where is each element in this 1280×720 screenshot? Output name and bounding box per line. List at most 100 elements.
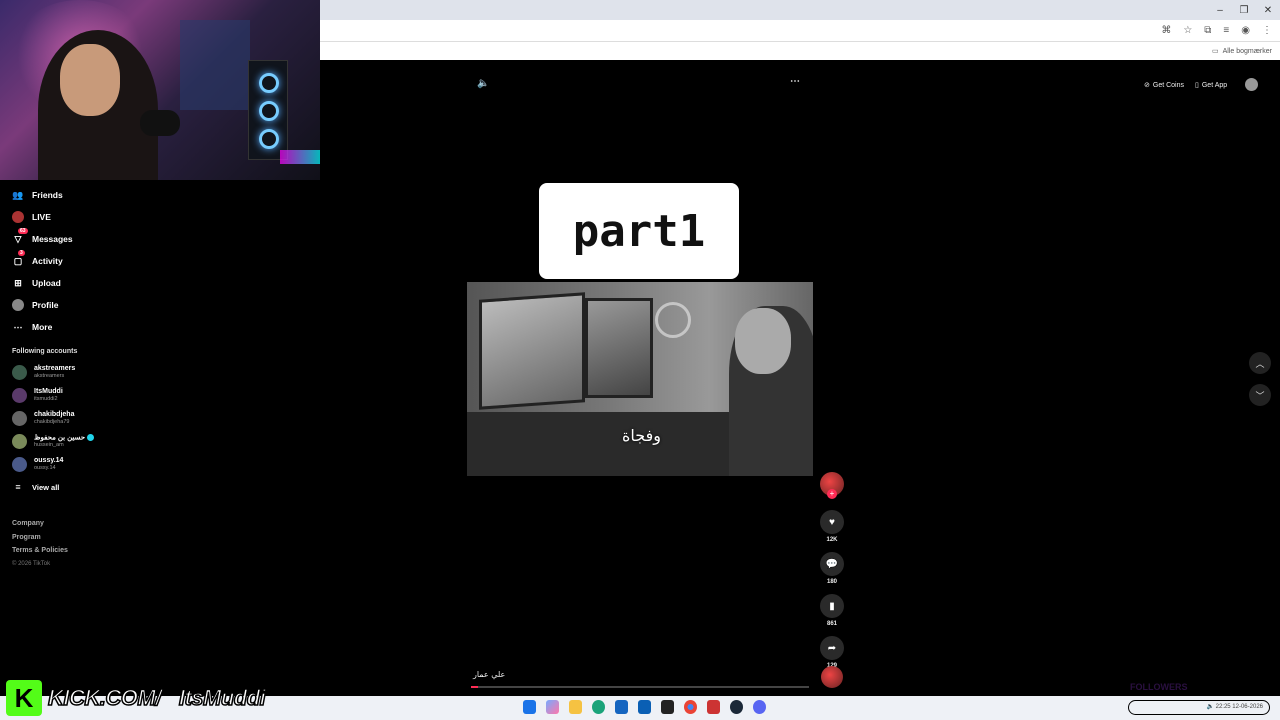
music-disc[interactable] [821,666,843,688]
account-handle: oussy.14 [34,465,56,471]
nav-activity[interactable]: ▢ 3 Activity [0,250,120,272]
following-account[interactable]: akstreamers akstreamers [0,361,120,384]
profile-icon [12,299,24,311]
bookmarks-bar: ▭ Alle bogmærker [320,42,1280,60]
avatar [12,434,27,449]
file-explorer-icon[interactable] [569,700,582,714]
creator-avatar[interactable]: + [820,472,844,499]
sidebar: 👥 Friends LIVE ▽ 63 Messages ▢ 3 Activity ⊞ Up… [0,180,120,680]
minimize-icon[interactable]: – [1208,5,1232,16]
kick-overlay: K KICK.COM/ ItsMuddi [6,680,267,716]
footer-links: Company Program Terms & Policies © 2026 … [0,498,120,574]
browser-chrome: – ❐ ✕ ⌘ ☆ ⧉ ≡ ◉ ⋮ ▭ Alle bogmærker [320,0,1280,60]
volume-tray-icon: 🔈 [1206,704,1214,710]
more-options-icon[interactable]: ⋯ [790,76,800,87]
video-progress[interactable] [471,686,809,688]
more-icon: ⋯ [13,321,23,332]
chrome-icon[interactable] [684,700,697,714]
copilot-icon[interactable] [546,700,559,714]
discord-icon[interactable] [753,700,766,714]
footer-company[interactable]: Company [12,520,108,534]
comment-icon: 💬 [825,558,839,570]
nav-profile[interactable]: Profile [0,294,120,316]
account-handle: hussein_am [34,442,64,449]
bookmark-icon: ▮ [829,600,835,612]
account-name: حسين بن محفوظ [34,434,86,442]
webcam-overlay [0,0,320,180]
nav-label: Activity [32,256,63,266]
following-account[interactable]: oussy.14 oussy.14 [0,453,120,476]
like-button[interactable]: ♥ [820,510,844,534]
nav-label: More [32,322,53,332]
nav-label: LIVE [32,212,51,222]
clock-time: 22:25 [1215,704,1231,710]
video-author[interactable]: علي عمار [473,670,505,679]
phone-icon: ▯ [1195,82,1199,89]
nav-messages[interactable]: ▽ 63 Messages [0,228,120,250]
follow-plus-icon[interactable]: + [827,489,837,499]
star-icon[interactable]: ☆ [1183,25,1192,36]
chevron-up-icon: ︿ [1255,358,1265,369]
account-icon[interactable]: ◉ [1241,25,1250,36]
user-avatar[interactable] [1245,78,1258,91]
store-icon[interactable] [615,700,628,714]
share-button[interactable]: ➦ [820,636,844,660]
previous-video-button[interactable]: ︿ [1249,352,1271,374]
nav-friends[interactable]: 👥 Friends [0,184,120,206]
following-account[interactable]: حسين بن محفوظ hussein_am [0,430,120,453]
video-caption: وفجاة [622,426,661,445]
nav-label: Profile [32,300,59,310]
steam-icon[interactable] [730,700,743,714]
monitor [585,298,653,398]
translate-icon[interactable]: ⌘ [1161,25,1171,36]
title-bar: – ❐ ✕ [320,0,1280,20]
view-all-label: View all [32,482,60,492]
system-tray[interactable]: 🔈 22:25 12-06-2026 [1128,700,1270,715]
get-app-button[interactable]: ▯ Get App [1195,78,1227,92]
following-account[interactable]: chakibdjeha chakibdjeha79 [0,407,120,430]
mail-icon[interactable] [638,700,651,714]
close-icon[interactable]: ✕ [1256,5,1280,16]
clock-date: 12-06-2026 [1232,704,1263,710]
nav-label: Upload [32,278,61,288]
activity-badge: 3 [18,250,25,256]
volume-icon[interactable]: 🔈 [477,78,489,89]
nav-more[interactable]: ⋯ More [0,316,120,338]
footer-terms[interactable]: Terms & Policies [12,547,108,561]
like-count: 12K [826,537,838,543]
folder-icon: ▭ [1211,48,1219,55]
comment-button[interactable]: 💬 [820,552,844,576]
avatar [12,411,27,426]
maximize-icon[interactable]: ❐ [1232,5,1256,16]
view-all-link[interactable]: ≡ View all [0,476,120,498]
edge-icon[interactable] [592,700,605,714]
avatar [12,365,27,380]
app-icon[interactable] [661,700,674,714]
followers-overlay: FOLLOWERS [1130,682,1188,692]
title-card: part1 [539,183,739,279]
friends-icon: 👥 [12,189,24,200]
upload-icon: ⊞ [14,277,22,288]
list-icon: ≡ [15,482,21,492]
game-icon[interactable] [707,700,720,714]
footer-program[interactable]: Program [12,534,108,548]
address-bar[interactable]: ⌘ ☆ ⧉ ≡ ◉ ⋮ [320,20,1280,42]
pc-case [248,60,288,160]
kick-username: ItsMuddi [178,684,266,711]
windows-start-icon[interactable] [523,700,536,714]
taskbar-apps [523,700,766,714]
following-account[interactable]: ItsMuddi itsmuddi2 [0,384,120,407]
get-coins-button[interactable]: ⊘ Get Coins [1144,78,1184,92]
get-coins-label: Get Coins [1152,81,1184,89]
video-player[interactable]: وفجاة [467,282,813,476]
extensions-icon[interactable]: ⧉ [1204,25,1211,36]
menu-icon[interactable]: ⋮ [1262,25,1272,36]
comment-count: 180 [826,579,837,585]
next-video-button[interactable]: ﹀ [1249,384,1271,406]
save-button[interactable]: ▮ [820,594,844,618]
all-bookmarks-link[interactable]: Alle bogmærker [1223,48,1272,55]
nav-upload[interactable]: ⊞ Upload [0,272,120,294]
progress-fill [471,686,478,688]
media-icon[interactable]: ≡ [1223,25,1229,36]
nav-live[interactable]: LIVE [0,206,120,228]
